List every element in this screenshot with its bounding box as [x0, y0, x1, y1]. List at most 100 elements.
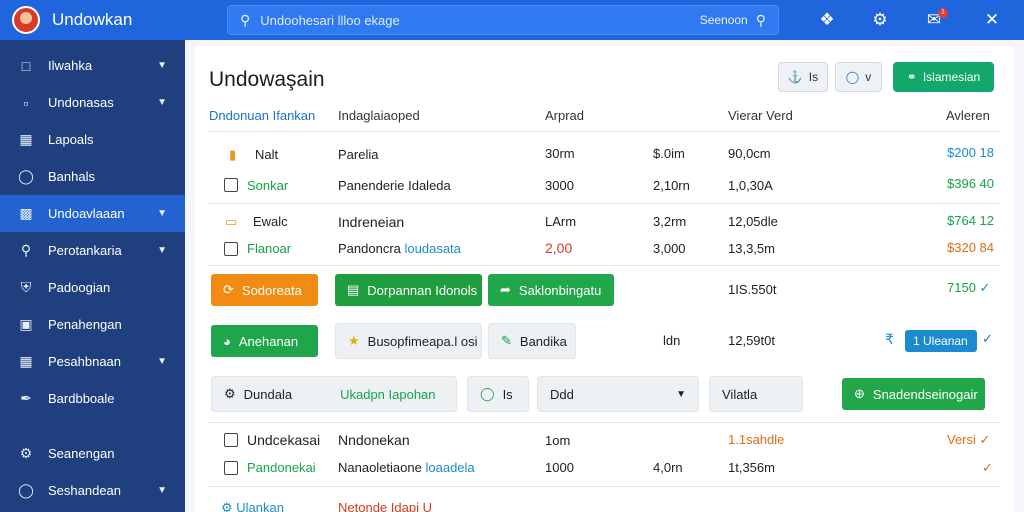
search-input[interactable]: Undoohesari llloo ekage	[260, 13, 699, 28]
sidebar-item-penahengan[interactable]: ▣ Penahengan	[0, 306, 185, 343]
row-value: 3,000	[653, 241, 686, 256]
filter-label: Dundala	[243, 386, 293, 402]
footer-link[interactable]: ⚙ Ulankan	[221, 500, 284, 512]
row-checkbox[interactable]	[224, 178, 238, 192]
action-value: 1IS.550t	[728, 282, 777, 297]
sidebar-item-perotankaria[interactable]: ⚲ Perotankaria ▼	[0, 232, 185, 269]
action-button-5[interactable]: ★ Busopfimeapa.l osi	[335, 323, 482, 359]
column-header-2[interactable]: Indaglaiaoped	[338, 108, 420, 123]
row-value: 2,00	[545, 240, 573, 256]
filter-select[interactable]: Ddd ▼	[537, 376, 699, 412]
sidebar-item-bardbboale[interactable]: ✒ Bardbboale	[0, 380, 185, 417]
header-button-1[interactable]: ⚓ Is	[778, 62, 828, 92]
row-value: 3,2rm	[653, 214, 687, 229]
action-button-1[interactable]: ⟳ Sodoreata	[211, 274, 318, 306]
sidebar-item-lapoals[interactable]: ▦ Lapoals	[0, 121, 185, 158]
sidebar-item-label: Bardbboale	[48, 391, 115, 406]
app-title: Undowkan	[52, 10, 133, 29]
edit-icon: ✎	[501, 333, 512, 348]
column-header-4[interactable]: Vierar Verd	[728, 108, 793, 123]
action-button-2[interactable]: ▤ Dorpannan Idonols	[335, 274, 482, 306]
column-header-1[interactable]: Dndonuan Ifankan	[209, 108, 315, 123]
row-name: Undcekasai	[247, 432, 321, 448]
action-button-4[interactable]: ◕ Anehanan	[211, 325, 318, 357]
content-card: Undowaşain ⚓ Is ◯ v ⚭ Islamesian Dndonuan I…	[195, 46, 1014, 512]
close-icon[interactable]: ✕	[980, 8, 1004, 32]
row-desc-text: Pandoncra	[338, 241, 401, 256]
chevron-down-icon: ▼	[157, 208, 167, 219]
sidebar-item-undoavlaaan[interactable]: ▩ Undoavlaaan ▼	[0, 195, 185, 232]
row-desc: Nndonekan	[338, 432, 410, 448]
sidebar-item-ilwahka[interactable]: □ Ilwahka ▼	[0, 47, 185, 84]
sidebar-item-banhals[interactable]: ◯ Banhals	[0, 158, 185, 195]
column-header-3[interactable]: Arprad	[545, 108, 584, 123]
row-desc-link[interactable]: loaadela	[425, 460, 474, 475]
row-checkbox[interactable]	[224, 242, 238, 256]
filter-button-label: Is	[502, 386, 513, 402]
chevron-down-icon: ▼	[157, 356, 167, 367]
row-value: 3000	[545, 178, 574, 193]
action-button-3[interactable]: ➦ Saklonbingatu	[488, 274, 614, 306]
sidebar-item-seshandean[interactable]: ◯ Seshandean ▼	[0, 472, 185, 509]
action-button-label: Anehanan	[238, 333, 299, 349]
avatar[interactable]	[12, 6, 40, 34]
header-button-2[interactable]: ◯ v	[835, 62, 882, 92]
column-header-5[interactable]: Avleren	[946, 108, 990, 123]
row-name[interactable]: Flanoar	[247, 241, 291, 256]
grid-icon: ▦	[19, 131, 33, 147]
row-name[interactable]: Sonkar	[247, 178, 288, 193]
row-value: 1,0,30A	[728, 178, 773, 193]
row-value: 4,0rn	[653, 460, 683, 475]
sidebar-item-padoogian[interactable]: ⛨ Padoogian	[0, 269, 185, 306]
footer-text: Netonde Idapi U	[338, 500, 432, 512]
sidebar-item-label: Pesahbnaan	[48, 354, 122, 369]
row-amount: $396 40	[947, 176, 994, 191]
sidebar-item-undonasas[interactable]: ▫ Undonasas ▼	[0, 84, 185, 121]
sidebar-item-label: Banhals	[48, 169, 95, 184]
action-button-label: Busopfimeapa.l osi	[367, 333, 478, 349]
link-icon: ⚓	[787, 70, 803, 84]
action-button-label: Dorpannan Idonols	[367, 282, 478, 298]
divider	[209, 203, 999, 204]
filter-box[interactable]: ⚙ Dundala Ukadpn Iapohan	[211, 376, 457, 412]
circle-arrow-icon: ➦	[500, 282, 511, 297]
search-bar[interactable]: ⚲ Undoohesari llloo ekage Seenoon ⚲	[227, 5, 779, 35]
gear-icon[interactable]: ⚙	[868, 8, 892, 32]
notification-icon[interactable]: ✉ 1	[922, 8, 948, 32]
row-checkbox[interactable]	[224, 461, 238, 475]
row-name: Nalt	[255, 147, 279, 162]
check-icon: ✓	[982, 331, 993, 346]
primary-action-button[interactable]: ⚭ Islamesian	[893, 62, 994, 92]
sidebar-item-label: Undonasas	[48, 95, 114, 110]
settings-alt-icon[interactable]: ❖	[815, 8, 839, 32]
search-button[interactable]: Seenoon ⚲	[700, 12, 766, 29]
row-checkbox[interactable]	[224, 433, 238, 447]
brand[interactable]: Undowkan	[0, 0, 185, 40]
action-amount-text: 7150	[947, 280, 976, 295]
row-value: 2,10rn	[653, 178, 690, 193]
chevron-down-icon: ▼	[157, 485, 167, 496]
folder-icon: ▮	[229, 147, 237, 162]
row-desc: Nanaoletiaone loaadela	[338, 460, 475, 475]
row-name[interactable]: Pandonekai	[247, 460, 316, 475]
action-button-6[interactable]: ✎ Bandika	[488, 323, 576, 359]
file-icon: □	[21, 57, 31, 74]
filter-button[interactable]: ◯ Is	[467, 376, 529, 412]
row-value: $.0im	[653, 146, 685, 161]
row-desc: Panenderie Idaleda	[338, 178, 451, 193]
filter-box-2[interactable]: Vilatla	[709, 376, 803, 412]
sidebar-item-seanengan[interactable]: ⚙ Seanengan	[0, 435, 185, 472]
sidebar-item-label: Seanengan	[48, 446, 115, 461]
doc-icon: ▩	[19, 205, 33, 221]
table-icon: ▦	[19, 353, 33, 369]
circle-icon: ◯	[480, 386, 495, 401]
filter-submit-button[interactable]: ⊕ Snadendseinogair	[842, 378, 985, 410]
filter-link[interactable]: Ukadpn Iapohan	[340, 387, 435, 402]
chevron-down-icon: ▼	[676, 388, 686, 400]
row-value: LArm	[545, 214, 577, 229]
sidebar-item-pesahbnaan[interactable]: ▦ Pesahbnaan ▼	[0, 343, 185, 380]
divider	[209, 422, 999, 423]
status-badge[interactable]: 1 Uleanan	[905, 330, 977, 352]
row-desc-link[interactable]: loudasata	[405, 241, 461, 256]
row-value: 1om	[545, 433, 571, 448]
